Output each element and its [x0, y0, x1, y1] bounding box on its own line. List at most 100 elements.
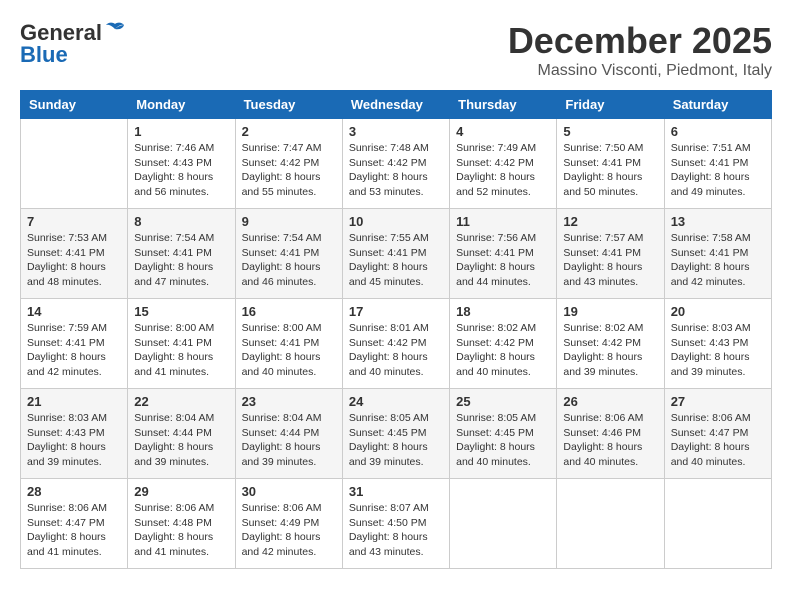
day-number: 20: [671, 304, 765, 319]
day-info: Sunrise: 7:55 AMSunset: 4:41 PMDaylight:…: [349, 231, 443, 290]
calendar-week-row: 14 Sunrise: 7:59 AMSunset: 4:41 PMDayligh…: [21, 299, 772, 389]
day-info: Sunrise: 8:05 AMSunset: 4:45 PMDaylight:…: [456, 411, 550, 470]
day-number: 7: [27, 214, 121, 229]
logo-bird-icon: [104, 22, 126, 40]
day-info: Sunrise: 7:46 AMSunset: 4:43 PMDaylight:…: [134, 141, 228, 200]
calendar-cell: 3 Sunrise: 7:48 AMSunset: 4:42 PMDaylight…: [342, 119, 449, 209]
day-info: Sunrise: 7:59 AMSunset: 4:41 PMDaylight:…: [27, 321, 121, 380]
day-info: Sunrise: 8:06 AMSunset: 4:48 PMDaylight:…: [134, 501, 228, 560]
calendar-cell: 17 Sunrise: 8:01 AMSunset: 4:42 PMDayligh…: [342, 299, 449, 389]
weekday-header-saturday: Saturday: [664, 91, 771, 119]
calendar-cell: 24 Sunrise: 8:05 AMSunset: 4:45 PMDayligh…: [342, 389, 449, 479]
day-info: Sunrise: 7:48 AMSunset: 4:42 PMDaylight:…: [349, 141, 443, 200]
calendar-week-row: 7 Sunrise: 7:53 AMSunset: 4:41 PMDaylight…: [21, 209, 772, 299]
day-number: 19: [563, 304, 657, 319]
calendar-cell: 31 Sunrise: 8:07 AMSunset: 4:50 PMDayligh…: [342, 479, 449, 569]
calendar-cell: 13 Sunrise: 7:58 AMSunset: 4:41 PMDayligh…: [664, 209, 771, 299]
calendar-cell: 29 Sunrise: 8:06 AMSunset: 4:48 PMDayligh…: [128, 479, 235, 569]
calendar-cell: 23 Sunrise: 8:04 AMSunset: 4:44 PMDayligh…: [235, 389, 342, 479]
day-info: Sunrise: 8:06 AMSunset: 4:47 PMDaylight:…: [671, 411, 765, 470]
day-info: Sunrise: 8:05 AMSunset: 4:45 PMDaylight:…: [349, 411, 443, 470]
day-info: Sunrise: 8:00 AMSunset: 4:41 PMDaylight:…: [242, 321, 336, 380]
calendar-cell: 20 Sunrise: 8:03 AMSunset: 4:43 PMDayligh…: [664, 299, 771, 389]
calendar-cell: 30 Sunrise: 8:06 AMSunset: 4:49 PMDayligh…: [235, 479, 342, 569]
day-info: Sunrise: 8:02 AMSunset: 4:42 PMDaylight:…: [563, 321, 657, 380]
day-number: 4: [456, 124, 550, 139]
day-number: 25: [456, 394, 550, 409]
weekday-header-tuesday: Tuesday: [235, 91, 342, 119]
calendar-cell: 16Sunrise: 8:00 AMSunset: 4:41 PMDayligh…: [235, 299, 342, 389]
day-info: Sunrise: 7:47 AMSunset: 4:42 PMDaylight:…: [242, 141, 336, 200]
calendar-cell: 12Sunrise: 7:57 AMSunset: 4:41 PMDayligh…: [557, 209, 664, 299]
calendar-cell: 5 Sunrise: 7:50 AMSunset: 4:41 PMDaylight…: [557, 119, 664, 209]
weekday-header-wednesday: Wednesday: [342, 91, 449, 119]
calendar-cell: 8 Sunrise: 7:54 AMSunset: 4:41 PMDaylight…: [128, 209, 235, 299]
calendar-cell: 27 Sunrise: 8:06 AMSunset: 4:47 PMDayligh…: [664, 389, 771, 479]
calendar-cell: 6 Sunrise: 7:51 AMSunset: 4:41 PMDaylight…: [664, 119, 771, 209]
day-info: Sunrise: 8:00 AMSunset: 4:41 PMDaylight:…: [134, 321, 228, 380]
day-number: 8: [134, 214, 228, 229]
day-info: Sunrise: 7:54 AMSunset: 4:41 PMDaylight:…: [134, 231, 228, 290]
day-number: 26: [563, 394, 657, 409]
day-info: Sunrise: 8:06 AMSunset: 4:47 PMDaylight:…: [27, 501, 121, 560]
calendar-week-row: 28 Sunrise: 8:06 AMSunset: 4:47 PMDayligh…: [21, 479, 772, 569]
day-number: 21: [27, 394, 121, 409]
day-number: 6: [671, 124, 765, 139]
month-title: December 2025: [508, 20, 772, 62]
day-number: 27: [671, 394, 765, 409]
calendar-cell: 10 Sunrise: 7:55 AMSunset: 4:41 PMDayligh…: [342, 209, 449, 299]
day-number: 3: [349, 124, 443, 139]
calendar-cell: 1 Sunrise: 7:46 AMSunset: 4:43 PMDaylight…: [128, 119, 235, 209]
day-number: 22: [134, 394, 228, 409]
day-info: Sunrise: 8:01 AMSunset: 4:42 PMDaylight:…: [349, 321, 443, 380]
day-number: 5: [563, 124, 657, 139]
calendar-cell: [557, 479, 664, 569]
calendar-cell: 26Sunrise: 8:06 AMSunset: 4:46 PMDayligh…: [557, 389, 664, 479]
day-info: Sunrise: 8:07 AMSunset: 4:50 PMDaylight:…: [349, 501, 443, 560]
day-number: 17: [349, 304, 443, 319]
day-info: Sunrise: 7:50 AMSunset: 4:41 PMDaylight:…: [563, 141, 657, 200]
page-header: General Blue December 2025 Massino Visco…: [20, 20, 772, 80]
day-number: 13: [671, 214, 765, 229]
day-number: 23: [242, 394, 336, 409]
day-info: Sunrise: 7:54 AMSunset: 4:41 PMDaylight:…: [242, 231, 336, 290]
day-number: 24: [349, 394, 443, 409]
calendar-cell: 14 Sunrise: 7:59 AMSunset: 4:41 PMDayligh…: [21, 299, 128, 389]
calendar-cell: [664, 479, 771, 569]
day-number: 9: [242, 214, 336, 229]
weekday-header-monday: Monday: [128, 91, 235, 119]
calendar-cell: 9 Sunrise: 7:54 AMSunset: 4:41 PMDaylight…: [235, 209, 342, 299]
weekday-header-row: SundayMondayTuesdayWednesdayThursdayFrid…: [21, 91, 772, 119]
day-number: 1: [134, 124, 228, 139]
day-info: Sunrise: 8:04 AMSunset: 4:44 PMDaylight:…: [242, 411, 336, 470]
logo: General Blue: [20, 20, 126, 68]
day-number: 30: [242, 484, 336, 499]
location-text: Massino Visconti, Piedmont, Italy: [508, 62, 772, 80]
calendar-week-row: 1 Sunrise: 7:46 AMSunset: 4:43 PMDaylight…: [21, 119, 772, 209]
day-info: Sunrise: 8:06 AMSunset: 4:49 PMDaylight:…: [242, 501, 336, 560]
day-info: Sunrise: 7:56 AMSunset: 4:41 PMDaylight:…: [456, 231, 550, 290]
calendar-cell: 2 Sunrise: 7:47 AMSunset: 4:42 PMDaylight…: [235, 119, 342, 209]
day-info: Sunrise: 8:03 AMSunset: 4:43 PMDaylight:…: [27, 411, 121, 470]
day-info: Sunrise: 8:03 AMSunset: 4:43 PMDaylight:…: [671, 321, 765, 380]
day-number: 31: [349, 484, 443, 499]
calendar-cell: 21 Sunrise: 8:03 AMSunset: 4:43 PMDayligh…: [21, 389, 128, 479]
day-number: 14: [27, 304, 121, 319]
weekday-header-friday: Friday: [557, 91, 664, 119]
calendar-cell: [450, 479, 557, 569]
day-info: Sunrise: 7:53 AMSunset: 4:41 PMDaylight:…: [27, 231, 121, 290]
day-number: 29: [134, 484, 228, 499]
day-info: Sunrise: 7:51 AMSunset: 4:41 PMDaylight:…: [671, 141, 765, 200]
calendar-table: SundayMondayTuesdayWednesdayThursdayFrid…: [20, 90, 772, 569]
day-info: Sunrise: 7:58 AMSunset: 4:41 PMDaylight:…: [671, 231, 765, 290]
calendar-cell: [21, 119, 128, 209]
calendar-cell: 19 Sunrise: 8:02 AMSunset: 4:42 PMDayligh…: [557, 299, 664, 389]
calendar-cell: 25 Sunrise: 8:05 AMSunset: 4:45 PMDayligh…: [450, 389, 557, 479]
day-number: 2: [242, 124, 336, 139]
calendar-cell: 15Sunrise: 8:00 AMSunset: 4:41 PMDayligh…: [128, 299, 235, 389]
day-number: 18: [456, 304, 550, 319]
title-section: December 2025 Massino Visconti, Piedmont…: [508, 20, 772, 80]
logo-blue-text: Blue: [20, 42, 68, 68]
day-number: 28: [27, 484, 121, 499]
day-number: 10: [349, 214, 443, 229]
